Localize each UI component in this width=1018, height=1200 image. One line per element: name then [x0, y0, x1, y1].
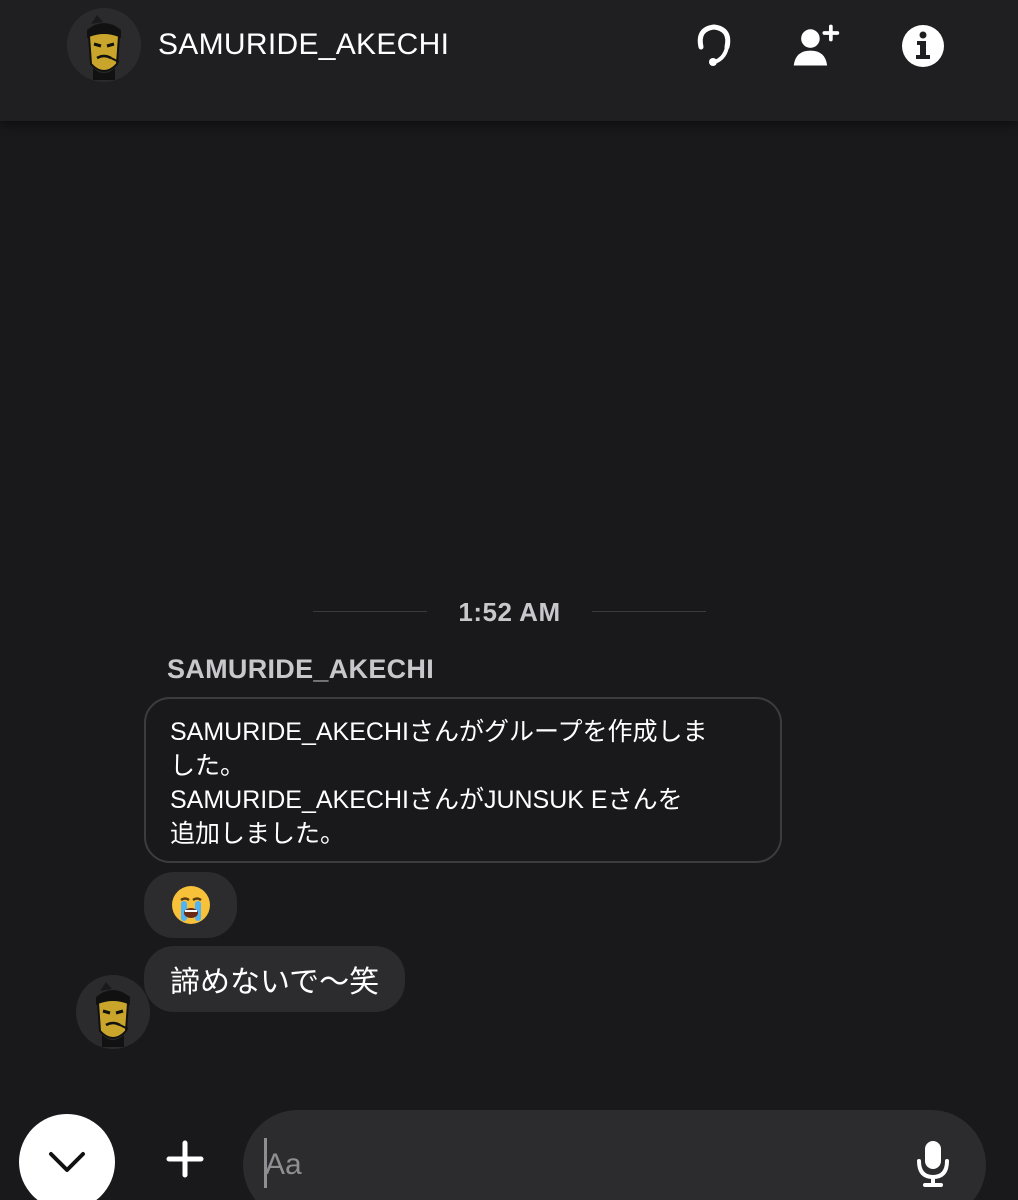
loudly-crying-face-icon — [171, 886, 210, 924]
text-message-bubble[interactable]: 諦めないで〜笑 — [144, 946, 406, 1012]
system-message-bubble[interactable]: SAMURIDE_AKECHIさんがグループを作成しま した。 SAMURIDE… — [144, 697, 782, 863]
call-button[interactable] — [688, 20, 740, 72]
timestamp-divider: 1:52 AM — [313, 592, 706, 632]
message-input[interactable] — [265, 1140, 885, 1190]
message-composer — [243, 1110, 986, 1200]
system-message-line: した。 — [170, 752, 246, 780]
headset-call-icon — [697, 24, 731, 66]
chat-title: SAMURIDE_AKECHI — [158, 28, 450, 61]
attach-button[interactable] — [160, 1134, 210, 1184]
chevron-down-icon — [49, 1152, 85, 1172]
info-button[interactable] — [897, 20, 949, 72]
sender-name: SAMURIDE_AKECHI — [167, 654, 435, 684]
system-message-line: SAMURIDE_AKECHIさんがグループを作成しま — [170, 718, 708, 746]
voice-message-button[interactable] — [911, 1138, 955, 1188]
microphone-icon — [917, 1141, 949, 1187]
divider-line-right — [592, 611, 706, 612]
emoji-message-bubble[interactable]: 😭 — [144, 872, 237, 938]
info-icon — [902, 25, 944, 67]
plus-icon — [166, 1140, 204, 1178]
add-user-icon — [793, 24, 840, 66]
system-message-line: 追加しました。 — [170, 820, 346, 848]
divider-line-left — [313, 611, 427, 612]
text-message-content: 諦めないで〜笑 — [170, 966, 380, 999]
system-message-line: SAMURIDE_AKECHIさんがJUNSUK Eさんを — [170, 786, 683, 814]
scroll-to-bottom-button[interactable] — [19, 1114, 115, 1200]
group-avatar[interactable] — [67, 8, 141, 82]
samurai-avatar-icon — [67, 8, 141, 82]
add-member-button[interactable] — [790, 20, 842, 72]
samurai-avatar-icon — [76, 975, 150, 1049]
message-timestamp: 1:52 AM — [458, 596, 561, 627]
chat-screen: SAMURIDE_AKECHI 1:52 AM SAMURIDE_AKECHI … — [0, 0, 1018, 1200]
chat-header: SAMURIDE_AKECHI — [0, 0, 1018, 121]
sender-avatar[interactable] — [76, 975, 150, 1049]
